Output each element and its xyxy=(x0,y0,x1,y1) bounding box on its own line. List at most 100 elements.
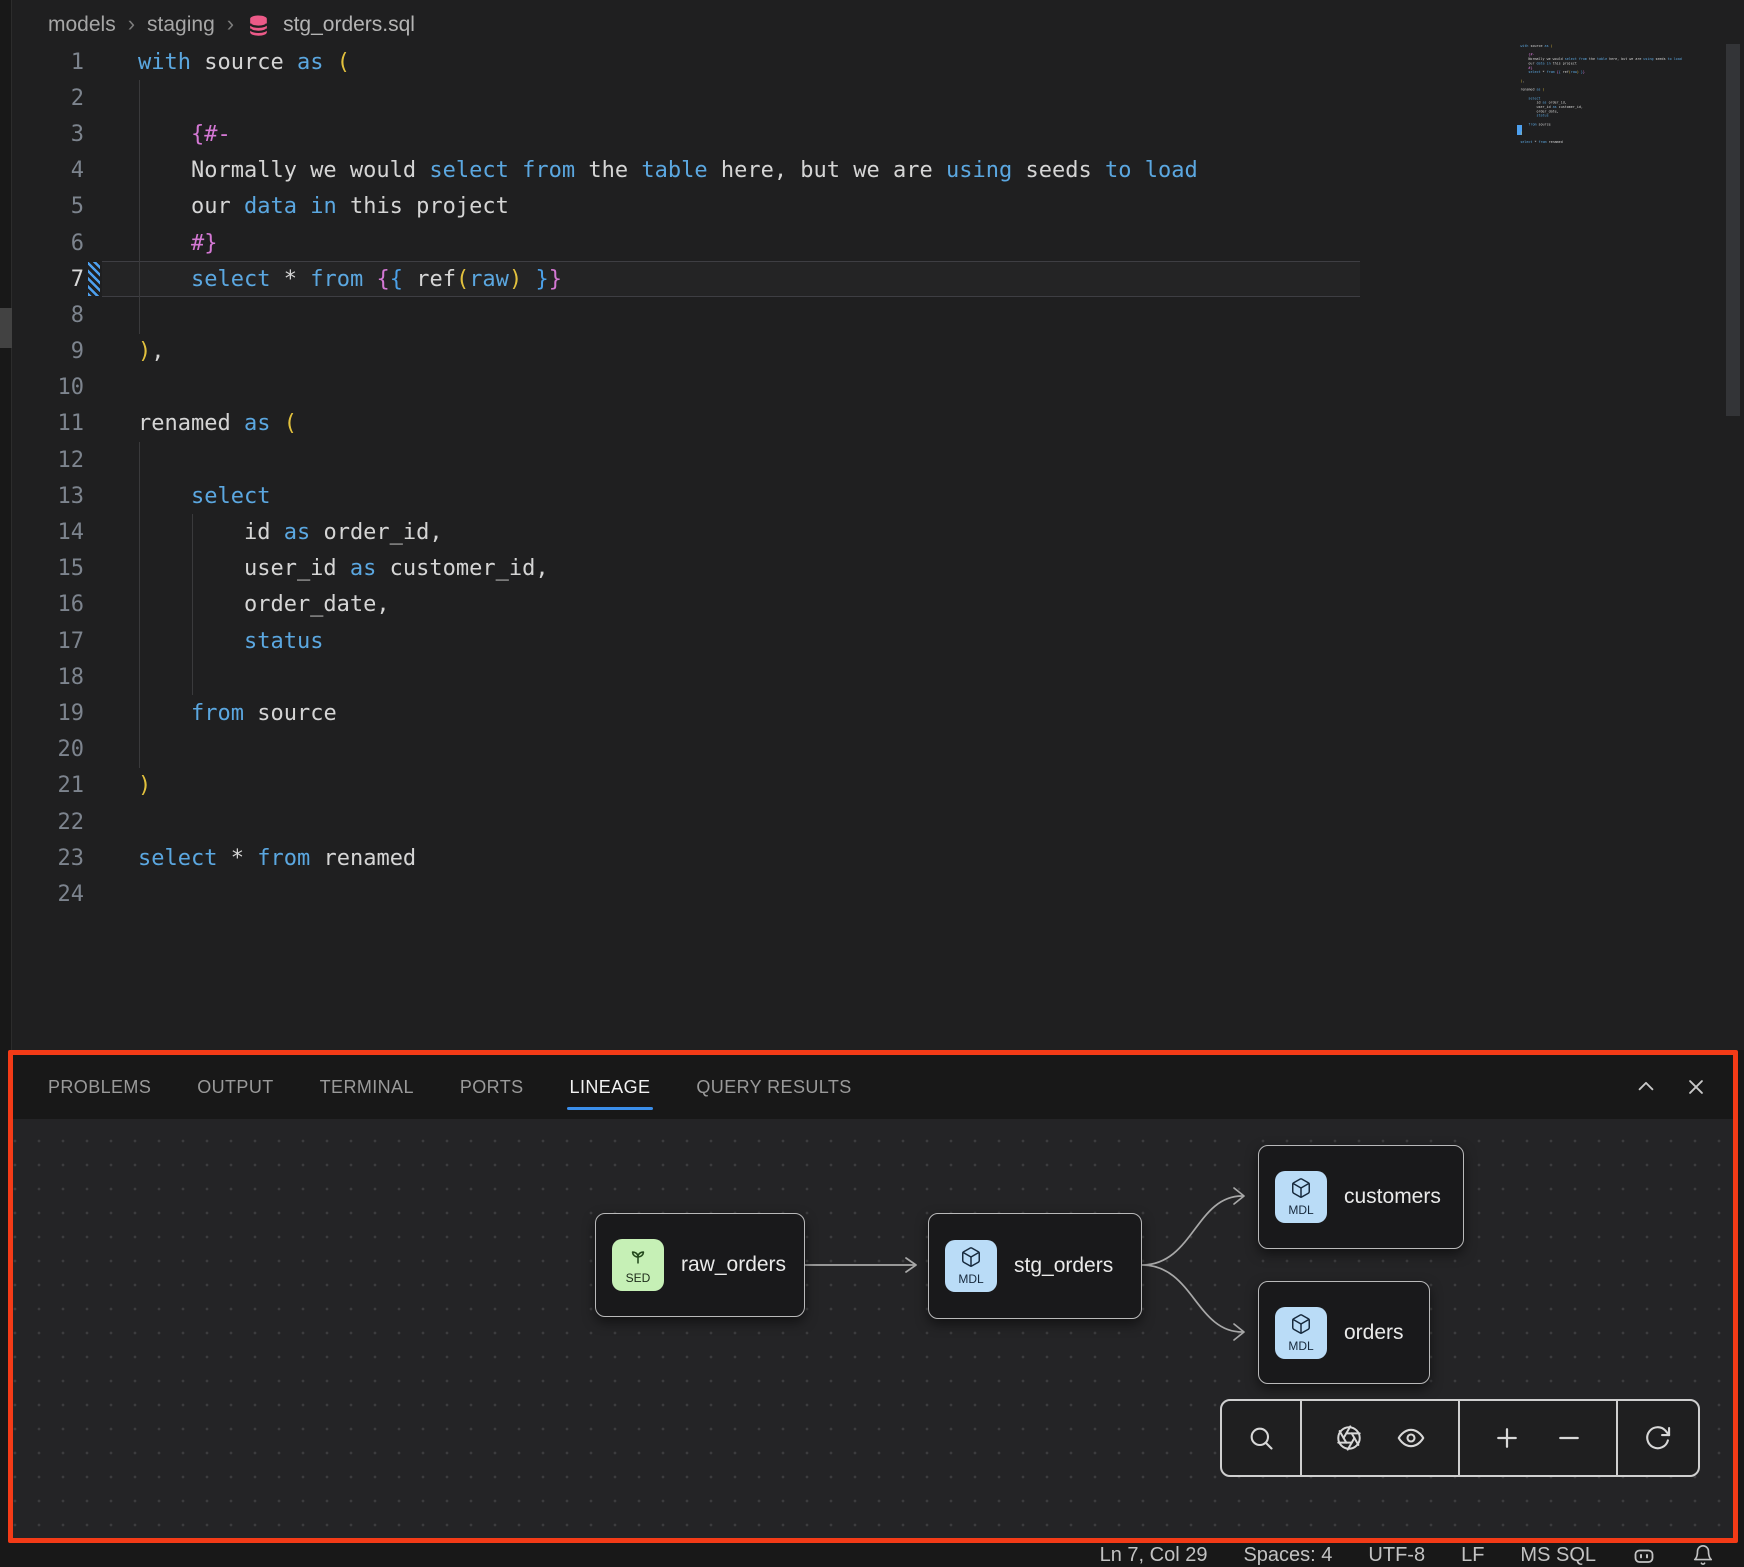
line-number: 4 xyxy=(12,158,84,183)
code-line-23[interactable]: 23select * from renamed xyxy=(12,840,1512,876)
panel-tabbar: PROBLEMS OUTPUT TERMINAL PORTS LINEAGE QUERY … xyxy=(13,1055,1733,1119)
code-line-7[interactable]: 7 select * from {{ ref(raw) }} xyxy=(12,261,1512,297)
code-line-12[interactable]: 12 xyxy=(12,442,1512,478)
line-number: 16 xyxy=(12,592,84,617)
code-line-13[interactable]: 13 select xyxy=(12,478,1512,514)
breadcrumb-filename[interactable]: stg_orders.sql xyxy=(283,13,415,37)
status-eol[interactable]: LF xyxy=(1461,1544,1484,1567)
code-line-2[interactable]: 2 xyxy=(12,80,1512,116)
eye-icon[interactable] xyxy=(1397,1424,1425,1452)
line-number: 10 xyxy=(12,375,84,400)
code-text: select * from {{ ref(raw) }} xyxy=(138,267,562,292)
code-text: from source xyxy=(138,701,337,726)
minimap[interactable]: with source as ( {#- Normally we would s… xyxy=(1517,44,1715,424)
panel-tab-problems[interactable]: PROBLEMS xyxy=(48,1077,151,1098)
code-line-16[interactable]: 16 order_date, xyxy=(12,587,1512,623)
gutter xyxy=(84,587,138,623)
lineage-canvas[interactable]: SED raw_orders MDL stg_orders xyxy=(13,1119,1733,1538)
panel-tab-output[interactable]: OUTPUT xyxy=(197,1077,273,1098)
code-line-21[interactable]: 21) xyxy=(12,768,1512,804)
panel-tab-ports[interactable]: PORTS xyxy=(460,1077,524,1098)
code-content[interactable]: 1with source as (23 {#-4 Normally we wou… xyxy=(12,44,1512,913)
cube-icon xyxy=(1290,1177,1312,1204)
gutter xyxy=(84,551,138,587)
gutter xyxy=(84,44,138,80)
status-language-mode[interactable]: MS SQL xyxy=(1520,1544,1596,1567)
panel-tab-query-results[interactable]: QUERY RESULTS xyxy=(696,1077,851,1098)
gutter xyxy=(84,297,138,333)
editor-scrollbar[interactable] xyxy=(1726,44,1740,416)
code-line-5[interactable]: 5 our data in this project xyxy=(12,189,1512,225)
database-icon xyxy=(246,13,271,38)
code-text: Normally we would select from the table … xyxy=(138,158,1198,183)
code-line-3[interactable]: 3 {#- xyxy=(12,116,1512,152)
line-number: 11 xyxy=(12,411,84,436)
line-number: 5 xyxy=(12,194,84,219)
breadcrumb-item-models[interactable]: models xyxy=(48,13,116,37)
copilot-icon[interactable] xyxy=(1632,1543,1656,1567)
code-line-8[interactable]: 8 xyxy=(12,297,1512,333)
code-editor[interactable]: models › staging › stg_orders.sql 1with … xyxy=(0,0,1744,1050)
line-number: 19 xyxy=(12,701,84,726)
panel-close-icon[interactable] xyxy=(1685,1076,1707,1098)
code-line-4[interactable]: 4 Normally we would select from the tabl… xyxy=(12,153,1512,189)
line-number: 18 xyxy=(12,665,84,690)
status-bar: Ln 7, Col 29 Spaces: 4 UTF-8 LF MS SQL xyxy=(0,1543,1744,1567)
refresh-icon[interactable] xyxy=(1644,1424,1672,1452)
code-text: ) xyxy=(138,773,151,798)
chevron-right-icon: › xyxy=(227,11,234,37)
node-label: stg_orders xyxy=(1014,1254,1113,1278)
gutter xyxy=(84,189,138,225)
code-line-22[interactable]: 22 xyxy=(12,804,1512,840)
code-text: status xyxy=(138,629,323,654)
status-encoding[interactable]: UTF-8 xyxy=(1368,1544,1425,1567)
aperture-icon[interactable] xyxy=(1335,1424,1363,1452)
line-number: 1 xyxy=(12,50,84,75)
status-indentation[interactable]: Spaces: 4 xyxy=(1243,1544,1332,1567)
code-line-9[interactable]: 9), xyxy=(12,334,1512,370)
code-line-17[interactable]: 17 status xyxy=(12,623,1512,659)
line-number: 3 xyxy=(12,122,84,147)
breadcrumb-item-staging[interactable]: staging xyxy=(147,13,215,37)
code-line-6[interactable]: 6 #} xyxy=(12,225,1512,261)
line-number: 17 xyxy=(12,629,84,654)
code-line-18[interactable]: 18 xyxy=(12,659,1512,695)
code-line-15[interactable]: 15 user_id as customer_id, xyxy=(12,551,1512,587)
badge-label: MDL xyxy=(1288,1203,1313,1217)
code-text: renamed as ( xyxy=(138,411,297,436)
zoom-out-minus-icon[interactable] xyxy=(1555,1424,1583,1452)
gutter xyxy=(84,370,138,406)
code-text: id as order_id, xyxy=(138,520,443,545)
model-badge: MDL xyxy=(945,1240,997,1292)
code-line-20[interactable]: 20 xyxy=(12,732,1512,768)
lineage-node-stg-orders[interactable]: MDL stg_orders xyxy=(928,1213,1142,1319)
code-text: {#- xyxy=(138,122,231,147)
lineage-node-customers[interactable]: MDL customers xyxy=(1258,1145,1464,1249)
search-icon[interactable] xyxy=(1247,1424,1275,1452)
panel-tab-terminal[interactable]: TERMINAL xyxy=(320,1077,414,1098)
zoom-in-plus-icon[interactable] xyxy=(1493,1424,1521,1452)
code-line-11[interactable]: 11 renamed as ( xyxy=(12,406,1512,442)
line-number: 13 xyxy=(12,484,84,509)
badge-label: MDL xyxy=(958,1272,983,1286)
status-cursor-position[interactable]: Ln 7, Col 29 xyxy=(1100,1544,1208,1567)
code-line-14[interactable]: 14 id as order_id, xyxy=(12,514,1512,550)
sidebar-drag-handle[interactable] xyxy=(0,308,12,348)
code-line-10[interactable]: 10 xyxy=(12,370,1512,406)
panel-tab-lineage[interactable]: LINEAGE xyxy=(570,1077,651,1098)
gutter xyxy=(84,623,138,659)
lineage-node-orders[interactable]: MDL orders xyxy=(1258,1281,1430,1384)
line-number: 15 xyxy=(12,556,84,581)
gutter xyxy=(84,225,138,261)
line-number: 20 xyxy=(12,737,84,762)
seed-badge: SED xyxy=(612,1239,664,1291)
lineage-node-raw-orders[interactable]: SED raw_orders xyxy=(595,1213,805,1317)
code-line-19[interactable]: 19 from source xyxy=(12,695,1512,731)
line-number: 23 xyxy=(12,846,84,871)
code-text: #} xyxy=(138,231,217,256)
line-number: 22 xyxy=(12,810,84,835)
code-line-24[interactable]: 24 xyxy=(12,876,1512,912)
code-line-1[interactable]: 1with source as ( xyxy=(12,44,1512,80)
panel-maximize-chevron-icon[interactable] xyxy=(1635,1076,1657,1098)
bell-icon[interactable] xyxy=(1692,1544,1714,1566)
